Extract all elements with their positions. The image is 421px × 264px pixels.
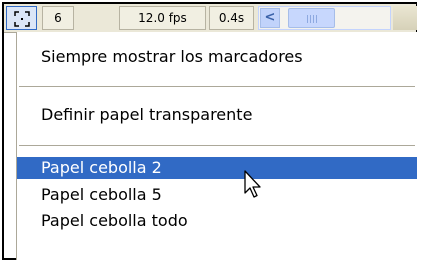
- scroll-left-button[interactable]: <: [260, 8, 280, 28]
- menu-item-label: Definir papel transparente: [41, 105, 253, 124]
- menu-item-label: Papel cebolla 5: [41, 185, 162, 204]
- menu-item-onion-skin-5[interactable]: Papel cebolla 5: [17, 184, 417, 206]
- frame-rate-display[interactable]: 12.0 fps: [119, 6, 206, 30]
- menu-item-onion-skin-all[interactable]: Papel cebolla todo: [17, 210, 417, 232]
- menu-item-always-show-markers[interactable]: Siempre mostrar los marcadores: [17, 46, 417, 68]
- timeline-scrollbar[interactable]: <: [258, 6, 391, 30]
- onion-skin-toggle-icon: [14, 11, 30, 27]
- scrollbar-thumb[interactable]: [288, 8, 335, 28]
- onion-frames-count[interactable]: 6: [42, 6, 74, 30]
- menu-item-onion-skin-2[interactable]: Papel cebolla 2: [17, 157, 417, 179]
- menu-separator: [19, 86, 415, 87]
- menu-separator: [19, 145, 415, 146]
- scrollbar-grip: [307, 15, 317, 23]
- onion-skin-toggle-button[interactable]: [6, 6, 37, 30]
- menu-item-label: Papel cebolla todo: [41, 211, 188, 230]
- menu-item-set-transparent-paper[interactable]: Definir papel transparente: [17, 104, 417, 126]
- mouse-pointer-icon: [244, 170, 261, 198]
- timeline-toolbar: 6 12.0 fps 0.4s <: [4, 4, 417, 33]
- menu-item-label: Siempre mostrar los marcadores: [41, 47, 303, 66]
- toolbar-overflow-area: [393, 6, 417, 30]
- menu-item-label: Papel cebolla 2: [41, 158, 162, 177]
- onion-skin-context-menu: Siempre mostrar los marcadores Definir p…: [16, 32, 417, 260]
- elapsed-time-display[interactable]: 0.4s: [209, 6, 254, 30]
